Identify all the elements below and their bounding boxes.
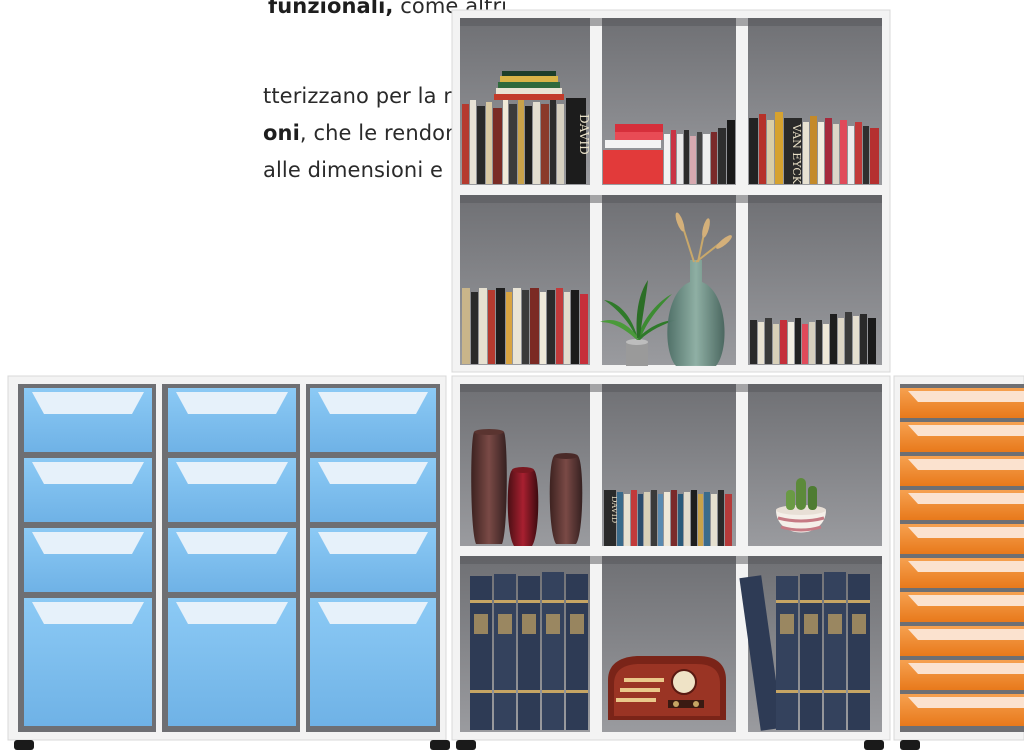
books-top-right: VAN EYCK [749, 112, 879, 185]
encyclopedias-right [739, 572, 870, 731]
spine-label-van-eyck: VAN EYCK [790, 123, 803, 185]
furniture-feet [14, 740, 920, 750]
blue-trays-col3 [310, 388, 436, 726]
blue-trays-col2 [168, 388, 296, 726]
furniture-illustration: DAVID VAN EYCK DAVID [7, 9, 1024, 750]
orange-tray-unit [893, 375, 1024, 741]
spine-label-david-top: DAVID [577, 114, 591, 155]
vintage-radio [608, 656, 726, 720]
books-mid-left [462, 288, 588, 364]
blue-tray-unit [7, 375, 447, 741]
encyclopedias-left [470, 572, 588, 730]
blue-trays-col1 [24, 388, 152, 726]
